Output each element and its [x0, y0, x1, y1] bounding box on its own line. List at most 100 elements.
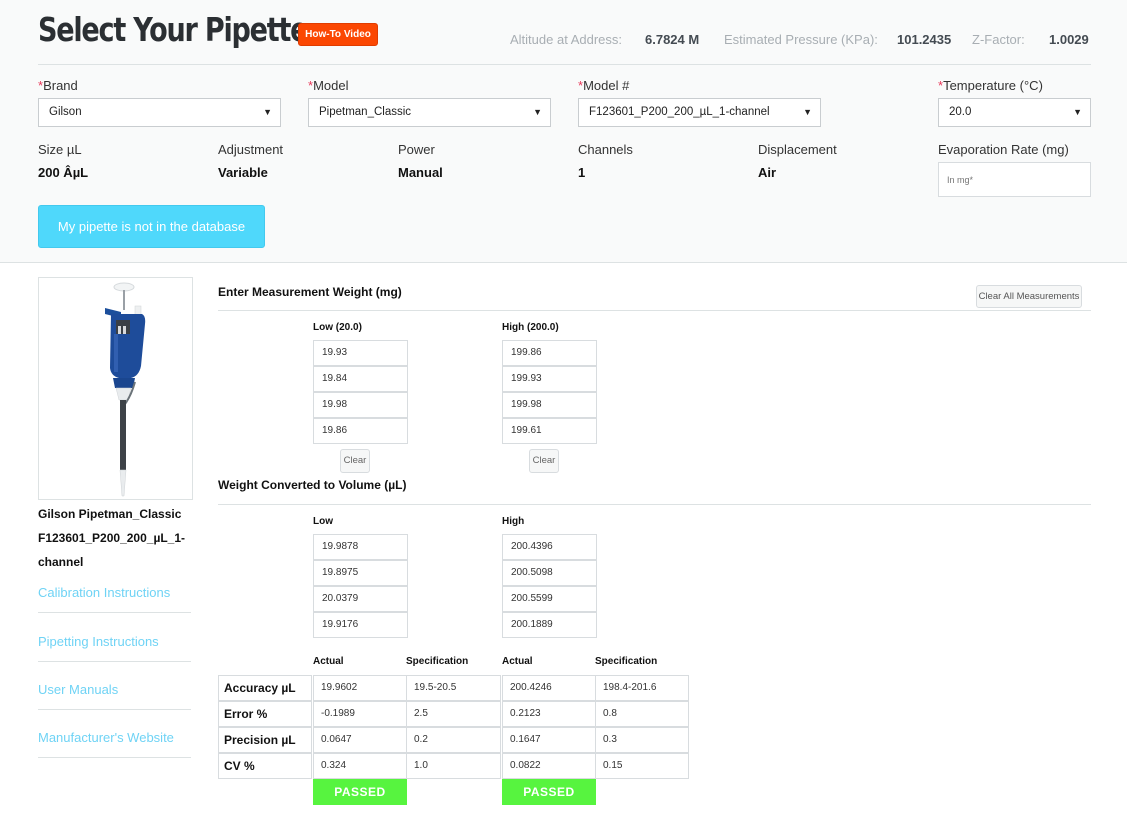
- pipetting-instructions-link[interactable]: Pipetting Instructions: [38, 634, 191, 662]
- cv-row-label: CV %: [218, 753, 312, 779]
- high-weight-input[interactable]: 199.98: [502, 392, 597, 418]
- pipette-illustration-icon: [105, 282, 146, 497]
- displacement-label: Displacement: [758, 142, 837, 157]
- channels-value: 1: [578, 165, 586, 180]
- measurement-divider: [218, 310, 1091, 311]
- zfactor-value-wrap: 1.0029: [1049, 32, 1089, 47]
- model-number-select-value: F123601_P200_200_µL_1-channel: [589, 106, 770, 118]
- high-precision-spec: 0.3: [595, 727, 689, 753]
- not-in-database-button[interactable]: My pipette is not in the database: [38, 205, 265, 248]
- adjustment-label: Adjustment: [218, 142, 284, 157]
- high-weight-input[interactable]: 199.93: [502, 366, 597, 392]
- size-value: 200 ÂµL: [38, 165, 89, 180]
- high-weight-header: High (200.0): [502, 322, 559, 333]
- low-weight-input[interactable]: 19.93: [313, 340, 408, 366]
- how-to-video-button[interactable]: How-To Video: [298, 23, 378, 46]
- pipette-image: [38, 277, 193, 500]
- user-manuals-link[interactable]: User Manuals: [38, 682, 191, 710]
- pipette-selection-panel: Select Your Pipette How-To Video Altitud…: [0, 0, 1127, 263]
- displacement-value: Air: [758, 165, 777, 180]
- model-number-label: *Model #: [578, 78, 629, 93]
- manufacturer-website-link[interactable]: Manufacturer's Website: [38, 730, 191, 758]
- high-weight-input[interactable]: 199.86: [502, 340, 597, 366]
- power-value: Manual: [398, 165, 443, 180]
- low-error-spec: 2.5: [406, 701, 501, 727]
- low-accuracy-actual: 19.9602: [313, 675, 407, 701]
- clear-low-button[interactable]: Clear: [340, 449, 370, 473]
- altitude-stat: Altitude at Address:: [510, 32, 622, 47]
- low-volume-cell: 19.9878: [313, 534, 408, 560]
- low-cv-spec: 1.0: [406, 753, 501, 779]
- evaporation-label: Evaporation Rate (mg): [938, 142, 1069, 157]
- size-label: Size µL: [38, 142, 82, 157]
- high-status-badge: PASSED: [502, 779, 596, 805]
- temperature-label: *Temperature (°C): [938, 78, 1043, 93]
- altitude-value-wrap: 6.7824 M: [645, 32, 699, 47]
- low-error-actual: -0.1989: [313, 701, 407, 727]
- altitude-label: Altitude at Address:: [510, 32, 623, 47]
- volume-title: Weight Converted to Volume (µL): [218, 478, 407, 492]
- high-cv-spec: 0.15: [595, 753, 689, 779]
- model-select[interactable]: Pipetman_Classic ▼: [308, 98, 551, 127]
- low-weight-input[interactable]: 19.98: [313, 392, 408, 418]
- pressure-stat: Estimated Pressure (KPa):: [724, 32, 878, 47]
- brand-select[interactable]: Gilson ▼: [38, 98, 281, 127]
- channels-label: Channels: [578, 142, 633, 157]
- high-precision-actual: 0.1647: [502, 727, 596, 753]
- high-volume-cell: 200.5098: [502, 560, 597, 586]
- low-weight-input[interactable]: 19.86: [313, 418, 408, 444]
- high-weight-input[interactable]: 199.61: [502, 418, 597, 444]
- pressure-label: Estimated Pressure (KPa):: [724, 32, 878, 47]
- page-title: Select Your Pipette: [38, 10, 309, 49]
- brand-label: *Brand: [38, 78, 78, 93]
- temperature-label-text: Temperature (°C): [943, 78, 1043, 93]
- low-weight-input[interactable]: 19.84: [313, 366, 408, 392]
- low-spec-header: Specification: [406, 656, 469, 667]
- pressure-value-wrap: 101.2435: [897, 32, 951, 47]
- high-volume-header: High: [502, 516, 525, 527]
- measurement-weight-title: Enter Measurement Weight (mg): [218, 285, 402, 299]
- clear-high-button[interactable]: Clear: [529, 449, 559, 473]
- chevron-down-icon: ▼: [803, 107, 812, 117]
- brand-select-value: Gilson: [49, 106, 82, 118]
- brand-label-text: Brand: [43, 78, 78, 93]
- model-select-value: Pipetman_Classic: [319, 106, 412, 118]
- low-volume-cell: 20.0379: [313, 586, 408, 612]
- model-label: *Model: [308, 78, 348, 93]
- low-actual-header: Actual: [313, 656, 344, 667]
- high-volume-cell: 200.4396: [502, 534, 597, 560]
- high-actual-header: Actual: [502, 656, 533, 667]
- chevron-down-icon: ▼: [1073, 107, 1082, 117]
- evaporation-rate-input[interactable]: [938, 162, 1091, 197]
- pressure-value: 101.2435: [897, 32, 952, 47]
- low-precision-actual: 0.0647: [313, 727, 407, 753]
- power-label: Power: [398, 142, 435, 157]
- high-volume-cell: 200.5599: [502, 586, 597, 612]
- adjustment-value: Variable: [218, 165, 268, 180]
- temperature-select[interactable]: 20.0 ▼: [938, 98, 1091, 127]
- low-weight-header: Low (20.0): [313, 322, 362, 333]
- high-accuracy-spec: 198.4-201.6: [595, 675, 689, 701]
- chevron-down-icon: ▼: [533, 107, 542, 117]
- low-status-badge: PASSED: [313, 779, 407, 805]
- zfactor-stat: Z-Factor:: [972, 32, 1025, 47]
- model-label-text: Model: [313, 78, 349, 93]
- high-accuracy-actual: 200.4246: [502, 675, 596, 701]
- model-number-select[interactable]: F123601_P200_200_µL_1-channel ▼: [578, 98, 821, 127]
- model-number-label-text: Model #: [583, 78, 630, 93]
- pipette-full-name: Gilson Pipetman_Classic F123601_P200_200…: [38, 507, 186, 569]
- volume-divider: [218, 504, 1091, 505]
- high-error-actual: 0.2123: [502, 701, 596, 727]
- chevron-down-icon: ▼: [263, 107, 272, 117]
- header-divider: [38, 64, 1091, 65]
- calibration-instructions-link[interactable]: Calibration Instructions: [38, 585, 191, 613]
- high-spec-header: Specification: [595, 656, 658, 667]
- zfactor-value: 1.0029: [1049, 32, 1089, 47]
- error-row-label: Error %: [218, 701, 312, 727]
- zfactor-label: Z-Factor:: [972, 32, 1025, 47]
- clear-all-measurements-button[interactable]: Clear All Measurements: [976, 285, 1082, 308]
- low-volume-cell: 19.9176: [313, 612, 408, 638]
- high-volume-cell: 200.1889: [502, 612, 597, 638]
- high-cv-actual: 0.0822: [502, 753, 596, 779]
- altitude-value: 6.7824 M: [645, 32, 700, 47]
